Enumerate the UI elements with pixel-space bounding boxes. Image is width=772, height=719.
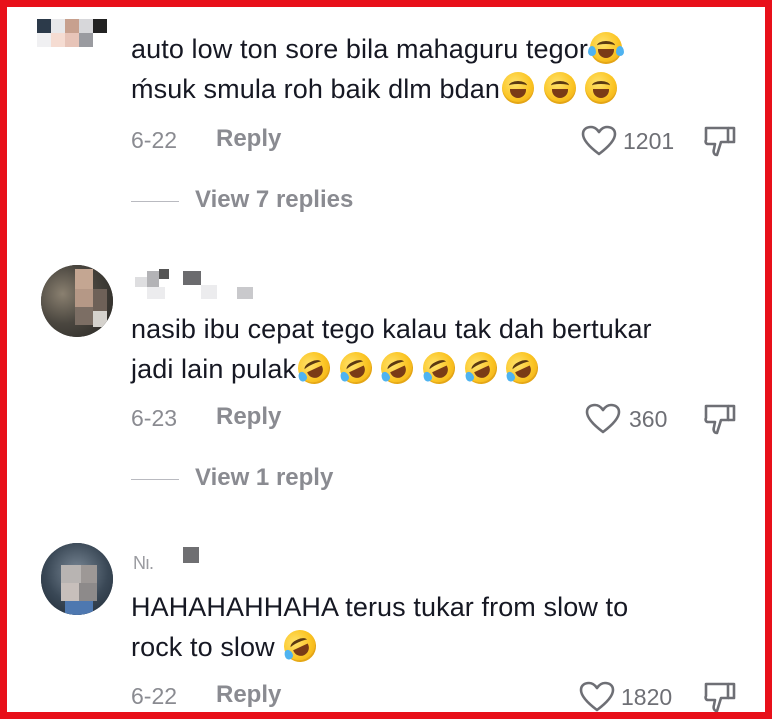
comment-1-date: 6-22: [131, 127, 178, 153]
comment-1-view-replies[interactable]: View 7 replies: [131, 183, 531, 219]
comment-2-meta: 6-23 Reply 360: [131, 401, 751, 437]
comment-3-reply-button[interactable]: Reply: [216, 681, 281, 709]
comment-3-username-censored[interactable]: Nı.: [133, 547, 213, 573]
comment-1-like-group: 1201: [581, 123, 751, 159]
rolling-on-floor-laughing-icon: [500, 346, 544, 390]
comment-1-meta: 6-22 Reply 1201: [131, 123, 751, 159]
comment-3-line1: HAHAHAHHAHA terus tukar from slow to: [131, 592, 629, 622]
comment-2-text: nasib ibu cepat tego kalau tak dah bertu…: [131, 309, 751, 390]
comment-1-like-count: 1201: [623, 128, 675, 154]
comment-2-like-count: 360: [629, 406, 668, 432]
rolling-on-floor-laughing-icon: [417, 346, 461, 390]
rolling-on-floor-laughing-icon: [376, 346, 419, 390]
comment-2-avatar[interactable]: [41, 265, 113, 337]
comment-3-line2: rock to slow: [131, 632, 275, 662]
comment-1-line1: auto low ton sore bila mahaguru tegor: [131, 34, 588, 64]
rolling-on-floor-laughing-icon: [279, 624, 322, 668]
divider-line: [131, 201, 179, 202]
grinning-squinting-face-icon: [585, 72, 618, 104]
dislike-icon[interactable]: [703, 125, 737, 159]
dislike-icon[interactable]: [703, 403, 737, 437]
comment-3-like-count: 1820: [621, 684, 673, 710]
comment-3-like-group: 1820: [579, 679, 751, 715]
comment-3-text: HAHAHAHHAHA terus tukar from slow to roc…: [131, 587, 751, 668]
comment-3-date: 6-22: [131, 683, 178, 709]
comment-2-line2: jadi lain pulak: [131, 354, 297, 384]
heart-icon[interactable]: [581, 125, 617, 157]
comment-1-view-replies-label: View 7 replies: [195, 186, 354, 213]
grinning-squinting-face-icon: [501, 72, 534, 104]
heart-icon[interactable]: [585, 403, 621, 435]
dislike-icon[interactable]: [703, 681, 737, 715]
comment-2-date: 6-23: [131, 405, 178, 431]
comment-2-view-replies[interactable]: View 1 reply: [131, 461, 531, 497]
comment-3-meta: 6-22 Reply 1820: [131, 679, 751, 715]
heart-icon[interactable]: [579, 681, 615, 713]
comment-1-reply-button[interactable]: Reply: [216, 125, 281, 153]
rolling-on-floor-laughing-icon: [292, 346, 336, 390]
comment-2-reply-button[interactable]: Reply: [216, 403, 281, 431]
face-with-tears-of-joy-icon: [587, 32, 624, 64]
comment-3-avatar[interactable]: [41, 543, 113, 615]
comment-3-username-fragment: Nı.: [133, 553, 154, 573]
comment-1-text: auto low ton sore bila mahaguru tegor ḿs…: [131, 29, 751, 109]
rolling-on-floor-laughing-icon: [334, 346, 377, 390]
comment-2-line1: nasib ibu cepat tego kalau tak dah bertu…: [131, 314, 652, 344]
grinning-squinting-face-icon: [543, 72, 576, 104]
comment-1-username-censored[interactable]: [37, 19, 127, 47]
comment-1-line2: ḿsuk smula roh baik dlm bdan: [131, 74, 500, 104]
comment-2-username-censored[interactable]: [135, 269, 265, 299]
comment-2-like-group: 360: [585, 401, 751, 437]
rolling-on-floor-laughing-icon: [459, 346, 502, 390]
divider-line: [131, 479, 179, 480]
comment-panel: auto low ton sore bila mahaguru tegor ḿs…: [0, 0, 772, 719]
comment-2-view-replies-label: View 1 reply: [195, 464, 334, 491]
